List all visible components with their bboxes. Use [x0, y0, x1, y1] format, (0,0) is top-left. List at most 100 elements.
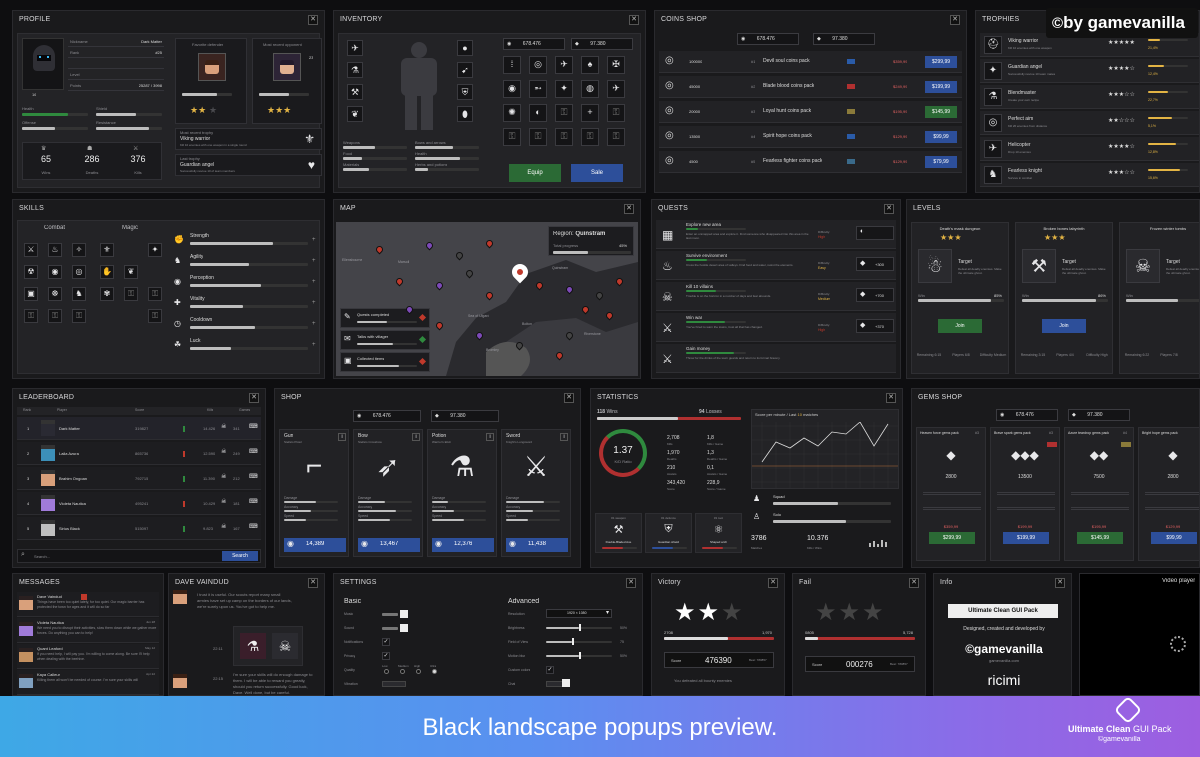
close-button[interactable]: ✕ [886, 393, 896, 403]
radio-button[interactable] [432, 669, 437, 674]
join-button[interactable]: Join [1042, 319, 1086, 333]
buy-button[interactable]: ◉ 11,438 [506, 538, 568, 552]
increase-button[interactable]: + [312, 237, 316, 243]
reward-box[interactable]: ◆ +700 [856, 288, 894, 302]
info-button[interactable]: i [338, 433, 346, 441]
checkbox[interactable]: ✓ [382, 638, 390, 646]
skill-node[interactable]: ✾ [100, 287, 114, 301]
sale-button[interactable]: Sale [571, 164, 623, 182]
inventory-slot[interactable]: ◍ [581, 80, 599, 98]
search-input[interactable]: Search... [34, 554, 50, 559]
increase-button[interactable]: + [312, 279, 316, 285]
reward-box[interactable]: ◐ [856, 226, 894, 240]
equipment-slot[interactable]: ⚒ [347, 84, 363, 100]
inventory-slot[interactable]: ✺ [503, 104, 521, 122]
increase-button[interactable]: + [312, 258, 316, 264]
buy-button[interactable]: $99,99 [925, 131, 957, 143]
equipment-slot[interactable]: ❦ [347, 106, 363, 122]
inventory-slot[interactable]: ♠ [581, 56, 599, 74]
radio-button[interactable] [416, 669, 421, 674]
resolution-dropdown[interactable]: 1920 × 1080 ▾ [546, 609, 612, 618]
equipment-slot[interactable]: ⚗ [347, 62, 363, 78]
close-button[interactable]: ✕ [308, 15, 318, 25]
search-button[interactable]: Search [222, 551, 258, 561]
join-button[interactable]: Join [938, 319, 982, 333]
map-quest[interactable]: ✉ Talks with villager [340, 330, 430, 350]
close-button[interactable]: ✕ [624, 204, 634, 214]
message-item[interactable]: Kaya Calleur Apr 22 Killing them all won't… [17, 670, 159, 695]
locked-slot[interactable]: ⚿ [581, 128, 599, 146]
skill-node[interactable]: ◉ [48, 265, 62, 279]
locked-skill[interactable]: ⚿ [48, 309, 62, 323]
buy-button[interactable]: $299,99 [929, 532, 975, 544]
equip-button[interactable]: Equip [509, 164, 561, 182]
close-button[interactable]: ✕ [1055, 578, 1065, 588]
message-item[interactable]: Quant Leaford May 12 If you need help, I w… [17, 644, 159, 669]
world-map[interactable]: Region: Quinstram Total progress 45% ✎ Qu… [336, 222, 638, 376]
inventory-slot[interactable]: + [581, 104, 599, 122]
buy-button[interactable]: $199,99 [1003, 532, 1049, 544]
equipment-slot[interactable]: ⛨ [457, 84, 473, 100]
map-quest[interactable]: ▣ Collected items [340, 352, 430, 372]
locked-slot[interactable]: ⚿ [529, 128, 547, 146]
close-button[interactable]: ✕ [308, 578, 318, 588]
leaderboard-row[interactable]: 5 Sirius Black 515097 9.823 ☠ 167 ⌨ [17, 517, 261, 540]
buy-button[interactable]: ◉ 12,376 [432, 538, 494, 552]
inventory-slot[interactable]: ➵ [529, 80, 547, 98]
inventory-slot[interactable]: ◉ [503, 80, 521, 98]
buy-button[interactable]: $145,99 [1077, 532, 1123, 544]
buy-button[interactable]: $99,99 [1151, 532, 1197, 544]
close-button[interactable]: ✕ [564, 393, 574, 403]
buy-button[interactable]: ◉ 13,467 [358, 538, 420, 552]
vibration-toggle[interactable] [382, 681, 406, 687]
increase-button[interactable]: + [312, 321, 316, 327]
skill-node[interactable]: ☢ [24, 265, 38, 279]
reward-box[interactable]: ◆ +300 [856, 257, 894, 271]
inventory-slot[interactable]: ◐ [529, 104, 547, 122]
buy-button[interactable]: $79,99 [925, 156, 957, 168]
close-button[interactable]: ✕ [768, 578, 778, 588]
skill-node[interactable]: ✋ [100, 265, 114, 279]
slider-handle[interactable] [572, 638, 575, 645]
skill-node[interactable]: ☸ [48, 287, 62, 301]
locked-slot[interactable]: ⚿ [555, 104, 573, 122]
radio-button[interactable] [384, 669, 389, 674]
close-button[interactable]: ✕ [884, 204, 894, 214]
increase-button[interactable]: + [312, 342, 316, 348]
equipment-slot[interactable]: ● [457, 40, 473, 56]
map-quest[interactable]: ✎ Quests completed [340, 308, 430, 328]
info-button[interactable]: i [412, 433, 420, 441]
checkbox[interactable]: ✓ [382, 652, 390, 660]
checkbox[interactable]: ✓ [546, 666, 554, 674]
skill-node[interactable]: ✧ [72, 243, 86, 257]
info-button[interactable]: i [560, 433, 568, 441]
inventory-slot[interactable]: ✈ [607, 80, 625, 98]
close-button[interactable]: ✕ [909, 578, 919, 588]
locked-slot[interactable]: ⚿ [607, 128, 625, 146]
leaderboard-row[interactable]: 3 Brahim Ongoan 792715 11.390 ☠ 212 ⌨ [17, 467, 261, 490]
skill-node[interactable]: ♞ [72, 287, 86, 301]
leaderboard-row[interactable]: 4 Violeta Nautica 495241 10.429 ☠ 181 ⌨ [17, 492, 261, 515]
leaderboard-row[interactable]: 2 Laila Azura 865736 12.590 ☠ 249 ⌨ [17, 442, 261, 465]
inventory-slot[interactable]: ✠ [607, 56, 625, 74]
buy-button[interactable]: $199,99 [925, 81, 957, 93]
buy-button[interactable]: ◉ 14,389 [284, 538, 346, 552]
skill-node[interactable]: ♨ [48, 243, 62, 257]
skill-node[interactable]: ▣ [24, 287, 38, 301]
locked-slot[interactable]: ⚿ [607, 104, 625, 122]
inventory-slot[interactable]: ◎ [529, 56, 547, 74]
slider-handle[interactable] [579, 624, 581, 631]
increase-button[interactable]: + [312, 300, 316, 306]
toggle-box[interactable] [400, 610, 408, 618]
equipment-slot[interactable]: ➹ [457, 62, 473, 78]
locked-slot[interactable]: ⚿ [503, 128, 521, 146]
radio-button[interactable] [400, 669, 405, 674]
chevron-down-icon[interactable]: ▾ [606, 609, 609, 616]
locked-skill[interactable]: ⚿ [148, 287, 162, 301]
locked-skill[interactable]: ⚿ [24, 309, 38, 323]
leaderboard-row[interactable]: 1 Dark Matter 319827 14.426 ☠ 341 ⌨ [17, 417, 261, 440]
inventory-slot[interactable]: ✈ [555, 56, 573, 74]
close-button[interactable]: ✕ [626, 578, 636, 588]
locked-skill[interactable]: ⚿ [124, 287, 138, 301]
reward-box[interactable]: ◆ +370 [856, 319, 894, 333]
